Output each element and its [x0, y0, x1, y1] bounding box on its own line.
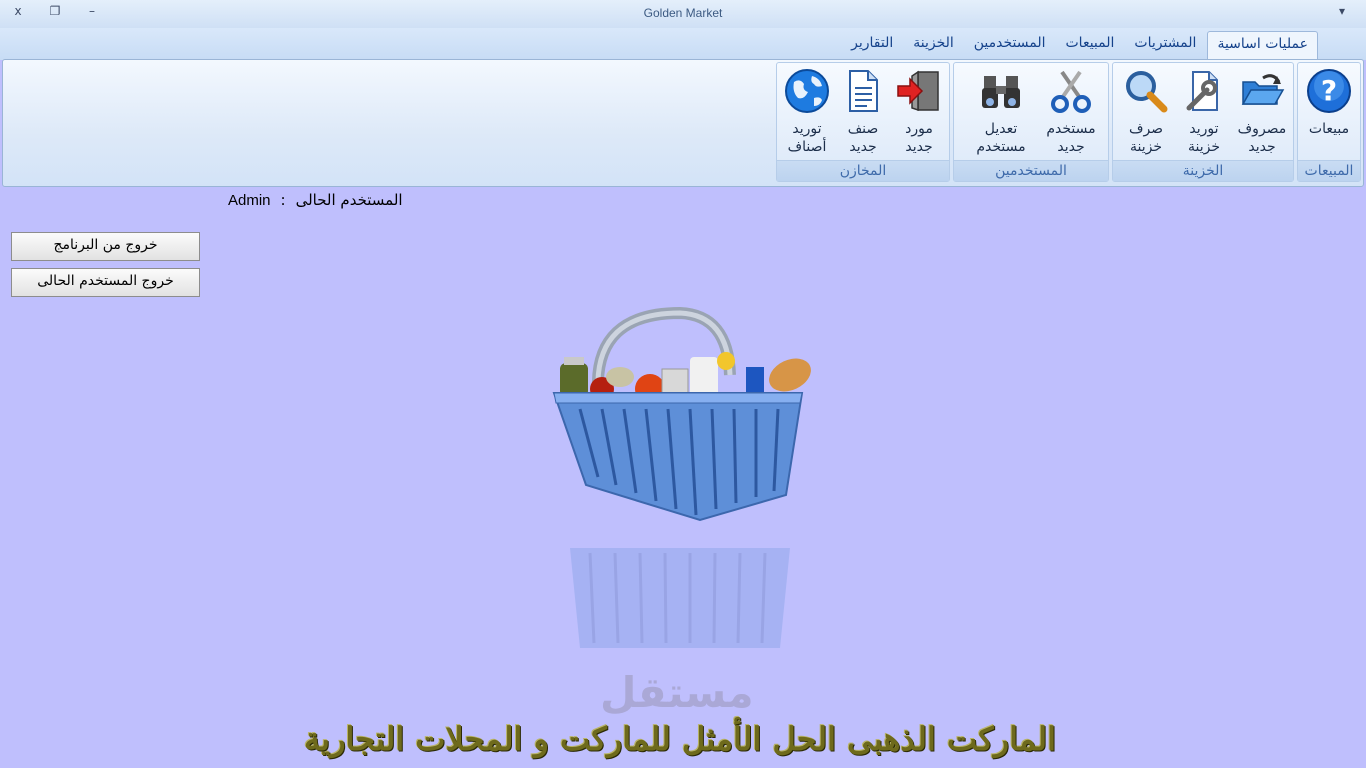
treasury-withdraw-label: صرف خزينة	[1128, 121, 1164, 155]
tab-treasury[interactable]: الخزينة	[904, 31, 963, 59]
items-supply-button[interactable]: توريد أصناف	[779, 65, 835, 156]
new-item-button[interactable]: صنف جديد	[835, 65, 891, 156]
group-label-sales: المبيعات	[1298, 160, 1360, 181]
ribbon-group-stores: مورد جديد صنف جديد توريد أصناف المخازن	[776, 62, 950, 182]
treasury-withdraw-button[interactable]: صرف خزينة	[1117, 65, 1175, 156]
ribbon-group-sales: ? مبيعات المبيعات	[1297, 62, 1361, 182]
exit-program-button[interactable]: خروج من البرنامج	[11, 232, 200, 261]
treasury-deposit-label: توريد خزينة	[1187, 121, 1220, 155]
new-user-button[interactable]: مستخدم جديد	[1036, 65, 1106, 156]
document-icon	[849, 70, 878, 112]
group-label-stores: المخازن	[777, 160, 949, 181]
treasury-deposit-button[interactable]: توريد خزينة	[1175, 65, 1233, 156]
ribbon-group-users: مستخدم جديد تعديل مستخدم المستخدمين	[953, 62, 1109, 182]
current-user-label: المستخدم الحالى	[295, 191, 403, 209]
items-supply-label: توريد أصناف	[787, 121, 827, 155]
tab-purchases[interactable]: المشتريات	[1125, 31, 1205, 59]
new-item-label: صنف جديد	[847, 121, 879, 155]
ribbon-group-treasury: مصروف جديد توريد خزينة صرف خزينة الخزينة	[1112, 62, 1294, 182]
ribbon-tabstrip: عمليات اساسية المشتريات المبيعات المستخد…	[0, 28, 1366, 63]
tab-sales[interactable]: المبيعات	[1057, 31, 1124, 59]
sales-button[interactable]: ? مبيعات	[1300, 65, 1358, 138]
globe-icon	[785, 69, 829, 113]
new-user-label: مستخدم جديد	[1046, 121, 1096, 155]
svg-text:?: ?	[1321, 74, 1337, 107]
new-supplier-button[interactable]: مورد جديد	[891, 65, 947, 156]
new-expense-label: مصروف جديد	[1237, 121, 1287, 155]
new-expense-button[interactable]: مصروف جديد	[1233, 65, 1291, 156]
slogan-banner: الماركت الذهبى الحل الأمثل للماركت و الم…	[304, 720, 1056, 758]
current-user-separator: :	[280, 191, 286, 209]
enter-door-icon	[897, 70, 939, 112]
new-supplier-label: مورد جديد	[905, 121, 933, 155]
document-tools-icon	[1186, 71, 1218, 111]
basket-reflection-image	[570, 548, 790, 648]
scissors-icon	[1051, 70, 1091, 113]
edit-user-label: تعديل مستخدم	[976, 121, 1026, 155]
title-bar: x ❐ – Golden Market ▾	[0, 0, 1366, 28]
current-user-line: المستخدم الحالى: Admin	[228, 191, 403, 209]
current-user-name: Admin	[228, 192, 271, 209]
tab-users[interactable]: المستخدمين	[965, 31, 1055, 59]
group-label-users: المستخدمين	[954, 160, 1108, 181]
window-title: Golden Market	[643, 6, 723, 20]
group-label-treasury: الخزينة	[1113, 160, 1293, 181]
edit-user-button[interactable]: تعديل مستخدم	[966, 65, 1036, 156]
binoculars-icon	[982, 76, 1020, 108]
sales-button-label: مبيعات	[1308, 121, 1350, 137]
ribbon-panel: ? مبيعات المبيعات مصروف جديد توريد خزينة…	[2, 59, 1364, 187]
logout-button[interactable]: خروج المستخدم الحالى	[11, 268, 200, 297]
help-icon: ?	[1307, 69, 1351, 113]
tab-reports[interactable]: التقارير	[842, 31, 902, 59]
open-folder-icon	[1241, 74, 1285, 105]
watermark-text: مستقل	[600, 668, 754, 717]
magnifier-icon	[1126, 71, 1168, 113]
menu-dropdown-icon[interactable]: ▾	[1333, 4, 1351, 18]
shopping-basket-image	[552, 306, 811, 522]
